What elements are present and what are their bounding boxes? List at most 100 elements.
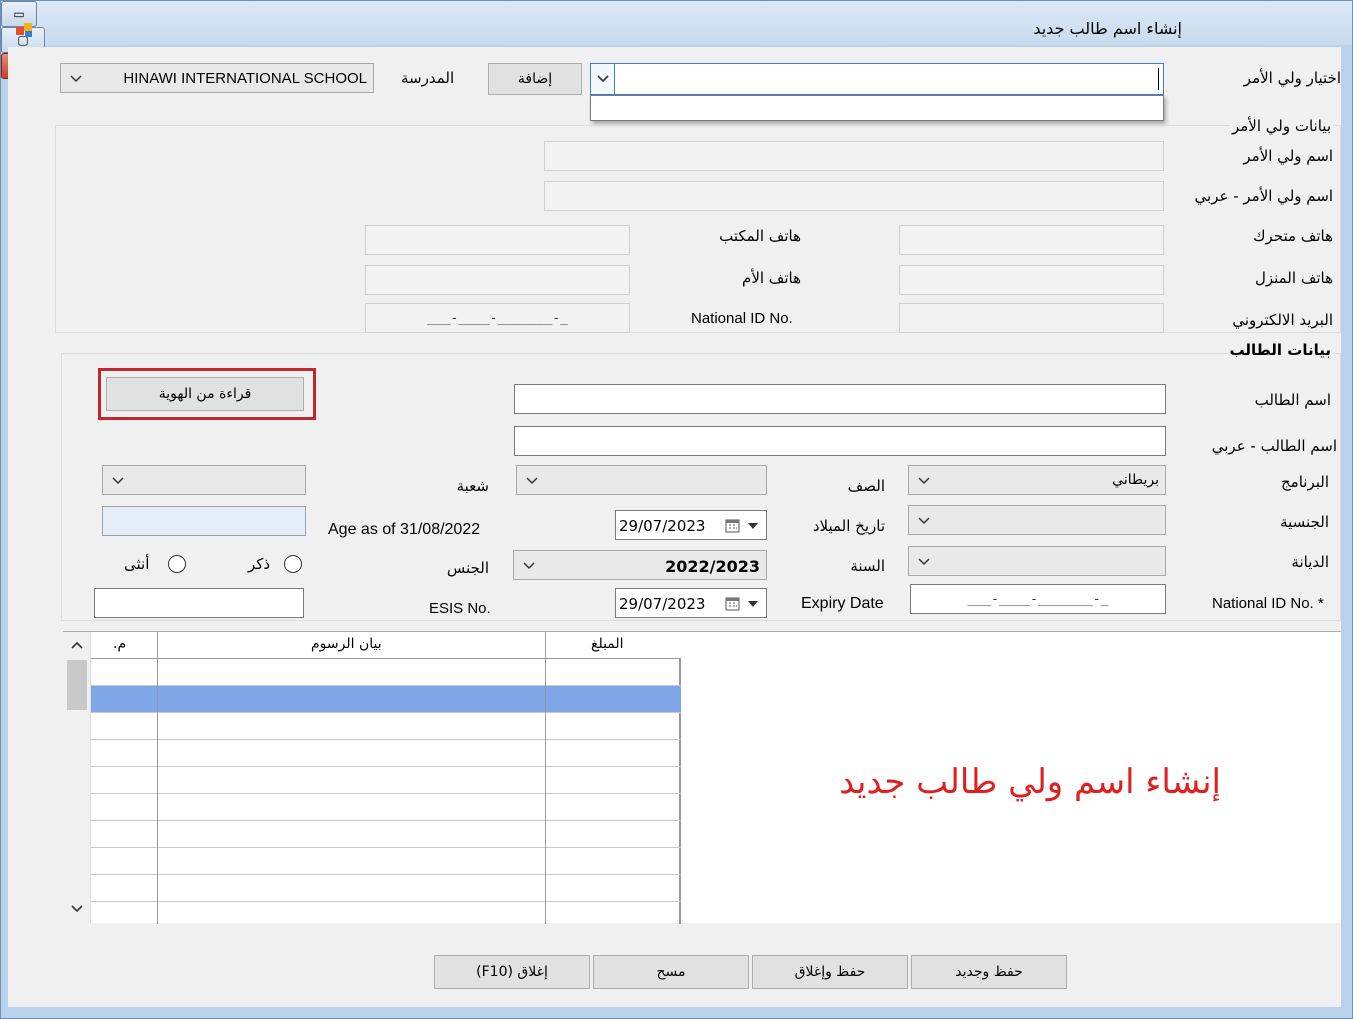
fee-description-column-header[interactable]: بيان الرسوم: [311, 636, 382, 652]
program-combo[interactable]: بريطاني: [908, 465, 1166, 495]
grade-combo[interactable]: [516, 465, 767, 495]
guardian-name-ar-field[interactable]: [544, 181, 1164, 211]
guardian-name-field[interactable]: [544, 141, 1164, 171]
mobile-phone-field[interactable]: [899, 225, 1164, 255]
guardian-dropdown-button[interactable]: [591, 64, 615, 94]
program-label: البرنامج: [1280, 473, 1329, 491]
chevron-down-icon: [70, 75, 82, 83]
program-value: بريطاني: [1112, 472, 1159, 488]
app-icon: [16, 23, 32, 37]
chevron-down-icon[interactable]: [70, 904, 84, 914]
gender-label: الجنس: [446, 559, 489, 577]
amount-column-header[interactable]: المبلغ: [591, 636, 624, 652]
student-section-title: بيانات الطالب: [1227, 341, 1333, 359]
home-phone-label: هاتف المنزل: [1254, 269, 1333, 287]
dropdown-arrow-icon[interactable]: [748, 601, 758, 607]
expiry-date-value: 29/07/2023: [619, 595, 706, 613]
expiry-date-picker[interactable]: 29/07/2023: [615, 588, 767, 618]
table-row-selected[interactable]: [91, 686, 681, 713]
section-combo[interactable]: [102, 465, 306, 495]
female-radio[interactable]: [168, 555, 186, 573]
female-label: أنثى: [124, 555, 150, 573]
save-and-close-button[interactable]: حفظ وإغلاق: [752, 955, 908, 989]
chevron-down-icon: [112, 477, 124, 485]
birthdate-value: 29/07/2023: [619, 517, 706, 535]
age-field: [102, 506, 306, 536]
guardian-name-label: اسم ولي الأمر: [1243, 147, 1333, 165]
year-combo[interactable]: 2022/2023: [513, 550, 767, 580]
male-radio[interactable]: [284, 555, 302, 573]
student-name-ar-field[interactable]: [514, 426, 1166, 456]
birthdate-label: تاريخ الميلاد: [812, 517, 885, 535]
email-label: البريد الالكتروني: [1232, 311, 1333, 329]
table-row[interactable]: [91, 848, 681, 875]
form-client-area: اختيار ولي الأمر إضافة المدرسة HINAWI IN…: [8, 47, 1341, 1007]
guardian-section-title: بيانات ولي الأمر: [1229, 117, 1333, 135]
esis-field[interactable]: [94, 588, 304, 618]
school-label: المدرسة: [401, 69, 455, 87]
save-and-new-button[interactable]: حفظ وجديد: [911, 955, 1067, 989]
chevron-down-icon: [918, 558, 930, 566]
esis-label: ESIS No.: [429, 600, 491, 617]
calendar-icon[interactable]: [725, 518, 740, 533]
guardian-national-id-label: National ID No.: [691, 310, 793, 327]
window-title: إنشاء اسم طالب جديد: [1033, 19, 1182, 38]
column-divider: [545, 632, 546, 924]
table-row[interactable]: [91, 875, 681, 902]
guardian-select-combo[interactable]: [590, 63, 1164, 95]
religion-combo[interactable]: [908, 546, 1166, 576]
table-row[interactable]: [91, 767, 681, 794]
column-divider: [157, 632, 158, 924]
guardian-dropdown-list[interactable]: [590, 95, 1164, 121]
annotation-text: إنشاء اسم ولي طالب جديد: [839, 762, 1221, 802]
nationality-combo[interactable]: [908, 505, 1166, 535]
dropdown-arrow-icon[interactable]: [748, 523, 758, 529]
table-row[interactable]: [91, 740, 681, 767]
student-name-field[interactable]: [514, 384, 1166, 414]
grade-label: الصف: [847, 477, 885, 495]
student-name-ar-label: اسم الطالب - عربي: [1211, 437, 1337, 455]
section-label: شعبة: [456, 477, 489, 495]
grid-vertical-scrollbar[interactable]: [63, 632, 91, 924]
school-value: HINAWI INTERNATIONAL SCHOOL: [123, 70, 367, 87]
read-from-id-button[interactable]: قراءة من الهوية: [106, 377, 304, 411]
title-bar: إنشاء اسم طالب جديد ▭ ▢ ✕: [1, 1, 1352, 79]
email-field[interactable]: [899, 303, 1164, 333]
clear-button[interactable]: مسح: [593, 955, 749, 989]
minimize-icon: ▭: [13, 7, 25, 21]
guardian-select-label: اختيار ولي الأمر: [1243, 69, 1341, 87]
office-phone-field[interactable]: [365, 225, 630, 255]
calendar-icon[interactable]: [725, 596, 740, 611]
table-row[interactable]: [91, 659, 681, 686]
row-number-column-header[interactable]: م.: [113, 636, 126, 652]
chevron-up-icon[interactable]: [70, 640, 84, 650]
year-value: 2022/2023: [665, 557, 760, 576]
guardian-national-id-field[interactable]: ___-____-_______-_: [365, 303, 630, 333]
student-national-id-label: National ID No. *: [1212, 595, 1324, 612]
scrollbar-thumb[interactable]: [67, 660, 87, 710]
fees-table[interactable]: المبلغ بيان الرسوم م.: [91, 632, 681, 924]
fees-grid[interactable]: المبلغ بيان الرسوم م. إنشاء اسم ولي طالب…: [63, 631, 1341, 924]
birthdate-picker[interactable]: 29/07/2023: [615, 510, 767, 540]
chevron-down-icon: [597, 75, 609, 83]
student-national-id-field[interactable]: ___-____-_______-_: [910, 584, 1166, 614]
add-guardian-button[interactable]: إضافة: [488, 63, 582, 95]
chevron-down-icon: [526, 477, 538, 485]
year-label: السنة: [850, 557, 885, 575]
student-name-label: اسم الطالب: [1254, 391, 1331, 409]
grid-header-row: المبلغ بيان الرسوم م.: [91, 632, 681, 659]
table-row[interactable]: [91, 794, 681, 821]
table-row[interactable]: [91, 713, 681, 740]
mother-phone-field[interactable]: [365, 265, 630, 295]
religion-label: الديانة: [1291, 553, 1329, 571]
close-form-button[interactable]: إغلاق (F10): [434, 955, 590, 989]
school-combo[interactable]: HINAWI INTERNATIONAL SCHOOL: [60, 63, 374, 93]
mother-phone-label: هاتف الأم: [742, 269, 801, 287]
age-label: Age as of 31/08/2022: [328, 521, 481, 538]
chevron-down-icon: [918, 517, 930, 525]
table-row[interactable]: [91, 821, 681, 848]
home-phone-field[interactable]: [899, 265, 1164, 295]
chevron-down-icon: [523, 562, 535, 570]
text-caret: [1158, 68, 1159, 90]
mobile-phone-label: هاتف متحرك: [1253, 227, 1333, 245]
